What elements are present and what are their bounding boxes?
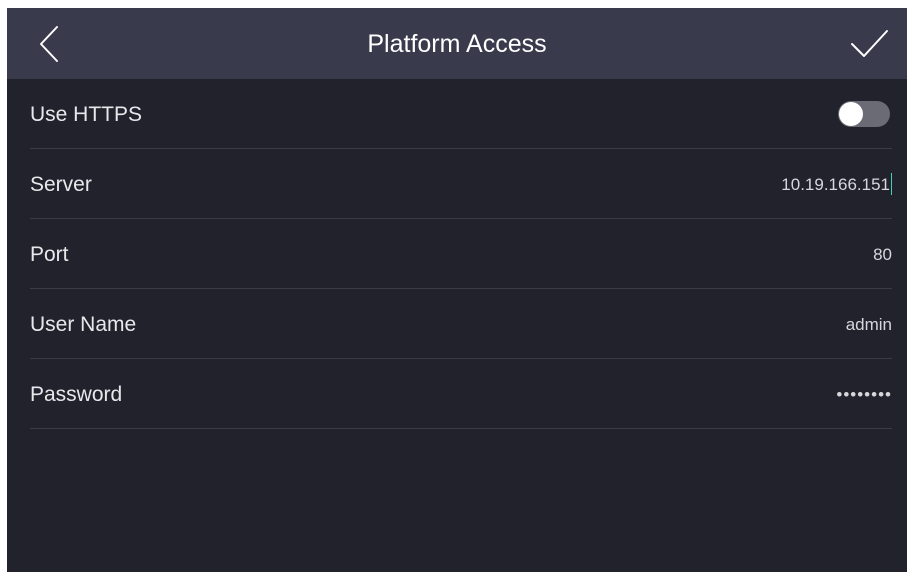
user-name-input[interactable]: admin	[846, 289, 892, 358]
user-name-label: User Name	[30, 313, 137, 336]
header-bar: Platform Access	[7, 8, 907, 79]
checkmark-icon	[851, 30, 888, 57]
port-label: Port	[30, 243, 69, 266]
settings-list: Use HTTPS Server 10.19.166.151 Port 80 U…	[30, 79, 892, 429]
user-name-row[interactable]: User Name admin	[30, 289, 892, 359]
use-https-label: Use HTTPS	[30, 103, 143, 126]
chevron-left-icon	[40, 26, 58, 62]
confirm-button[interactable]	[845, 22, 893, 66]
server-label: Server	[30, 173, 92, 196]
server-input[interactable]: 10.19.166.151	[781, 149, 892, 218]
toggle-knob	[839, 102, 863, 126]
server-row[interactable]: Server 10.19.166.151	[30, 149, 892, 219]
text-cursor	[891, 173, 892, 195]
use-https-toggle[interactable]	[838, 101, 890, 127]
password-row[interactable]: Password ••••••••	[30, 359, 892, 429]
port-row[interactable]: Port 80	[30, 219, 892, 289]
device-screen: Platform Access Use HTTPS Server 10.19.1…	[7, 8, 907, 572]
use-https-row[interactable]: Use HTTPS	[30, 79, 892, 149]
port-input[interactable]: 80	[873, 219, 892, 288]
password-label: Password	[30, 383, 123, 406]
back-button[interactable]	[31, 22, 71, 66]
password-input[interactable]: ••••••••	[836, 359, 892, 428]
page-title: Platform Access	[367, 30, 547, 58]
